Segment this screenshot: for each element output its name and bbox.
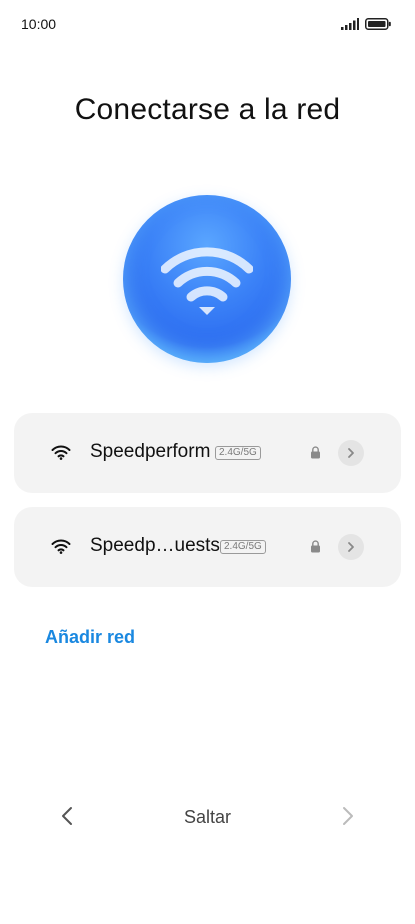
chevron-right-icon bbox=[343, 807, 353, 825]
status-bar: 10:00 bbox=[0, 0, 415, 50]
wifi-signal-icon bbox=[51, 445, 71, 465]
lock-icon bbox=[310, 446, 321, 464]
network-details-button[interactable] bbox=[338, 440, 364, 466]
chevron-right-icon bbox=[348, 448, 354, 458]
network-name: Speedp…uests bbox=[90, 535, 220, 556]
status-icons bbox=[341, 17, 391, 35]
battery-icon bbox=[365, 17, 391, 35]
lock-icon bbox=[310, 540, 321, 558]
band-badge: 2.4G/5G bbox=[220, 540, 266, 554]
network-item[interactable]: Speedperform 2.4G/5G bbox=[14, 413, 401, 493]
status-time: 10:00 bbox=[21, 16, 57, 32]
bottom-navigation: Saltar bbox=[0, 795, 415, 839]
band-badge: 2.4G/5G bbox=[215, 446, 261, 460]
network-item[interactable]: Speedp…uests 2.4G/5G bbox=[14, 507, 401, 587]
next-button[interactable] bbox=[341, 805, 355, 832]
wifi-icon bbox=[161, 247, 253, 315]
wifi-hero-illustration bbox=[123, 195, 291, 363]
wifi-signal-icon bbox=[51, 539, 71, 559]
network-details-button[interactable] bbox=[338, 534, 364, 560]
signal-icon bbox=[341, 17, 359, 35]
network-name: Speedperform bbox=[90, 441, 211, 462]
add-network-link[interactable]: Añadir red bbox=[45, 627, 135, 648]
chevron-right-icon bbox=[348, 542, 354, 552]
page-title: Conectarse a la red bbox=[74, 93, 341, 126]
